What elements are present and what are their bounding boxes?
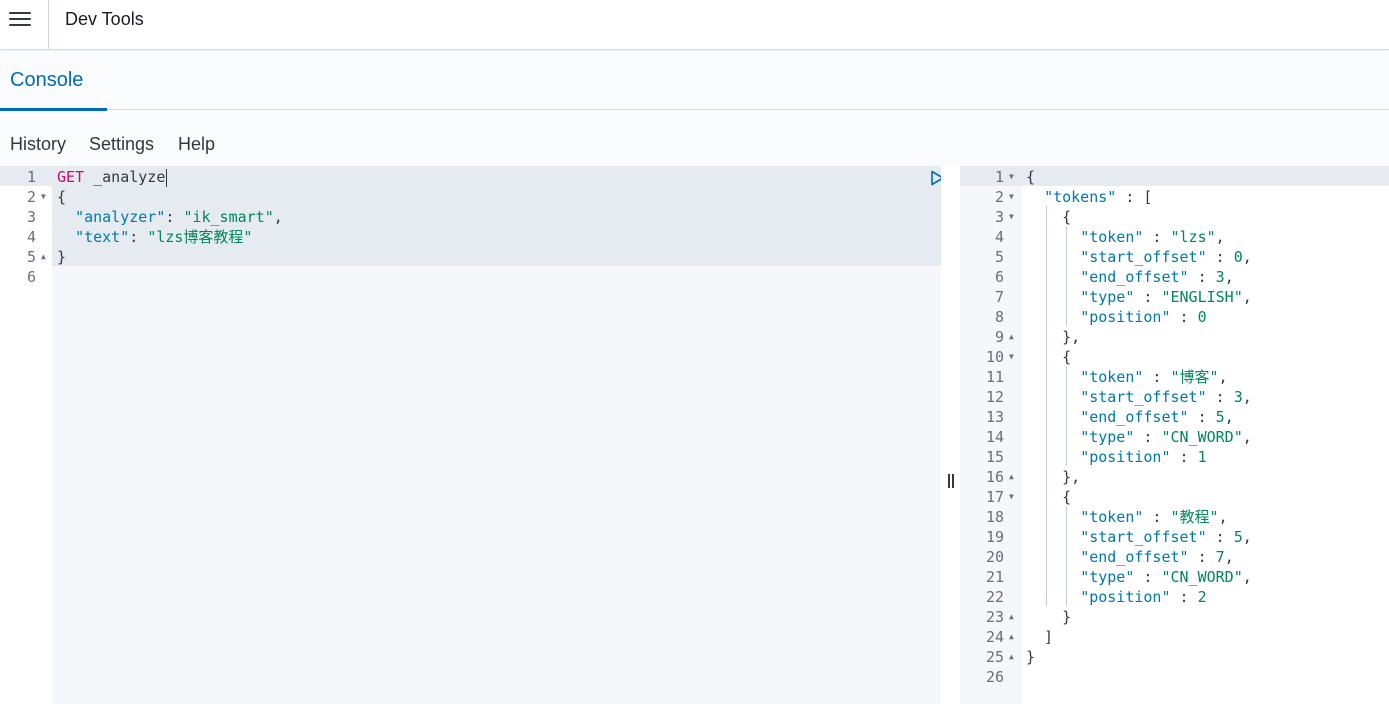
response-line-9: }, [1026,328,1081,346]
request-line-2: { [57,188,67,206]
line-number: 25 [985,648,1004,666]
response-line-3: { [1026,208,1072,226]
fold-up-icon[interactable]: ▲ [1009,607,1014,627]
top-header: Dev Tools [0,0,1389,50]
response-line-20: "end_offset" : 7, [1080,548,1234,566]
response-line-18: "token" : "教程", [1080,508,1228,526]
console-menu: History Settings Help [0,111,1389,166]
line-number: 22 [985,588,1004,606]
request-method: GET [57,168,85,186]
line-number: 12 [985,388,1004,406]
response-gutter: 1 ▼ 2 ▼ 3 ▼ 4 5 6 7 8 9 ▲ 10 ▼ 11 12 13 14 15 16 ▲ 17 ▼ 18 19 20 21… [960,166,1022,704]
line-number: 2 [994,188,1004,206]
line-number: 24 [985,628,1004,646]
fold-down-icon[interactable]: ▼ [1009,167,1014,187]
text-cursor [166,168,168,187]
fold-down-icon[interactable]: ▼ [1009,187,1014,207]
fold-up-icon[interactable]: ▲ [1009,327,1014,347]
line-number: 18 [985,508,1004,526]
response-line-7: "type" : "ENGLISH", [1080,288,1252,306]
request-editor[interactable]: 1 2 ▼ 3 4 5 ▲ 6 GET _analyze { "analyzer… [0,166,972,704]
line-number: 17 [985,488,1004,506]
tabs-bar: Console [0,51,1389,111]
request-line-1: GET _analyze [57,167,168,187]
response-line-12: "start_offset" : 3, [1080,388,1252,406]
line-number: 21 [985,568,1004,586]
line-number: 10 [985,348,1004,366]
response-line-19: "start_offset" : 5, [1080,528,1252,546]
request-line-4: "text": "lzs博客教程" [75,228,253,246]
fold-down-icon[interactable]: ▼ [1009,347,1014,367]
resize-grip-icon[interactable] [947,474,955,488]
line-number: 9 [994,328,1004,346]
help-link[interactable]: Help [178,134,215,155]
line-number: 19 [985,528,1004,546]
tab-console[interactable]: Console [0,51,107,111]
response-line-8: "position" : 0 [1080,308,1207,326]
response-line-25: } [1026,648,1036,666]
line-number: 6 [26,268,36,286]
request-code-area[interactable]: GET _analyze { "analyzer": "ik_smart", "… [52,166,972,704]
line-number: 5 [26,248,36,266]
line-number: 26 [985,668,1004,686]
settings-link[interactable]: Settings [89,134,154,155]
fold-up-icon[interactable]: ▲ [1009,467,1014,487]
response-line-5: "start_offset" : 0, [1080,248,1252,266]
line-number: 20 [985,548,1004,566]
response-line-17: { [1026,488,1072,506]
response-line-21: "type" : "CN_WORD", [1080,568,1252,586]
line-number: 7 [994,288,1004,306]
line-number: 11 [985,368,1004,386]
app-title: Dev Tools [65,9,144,29]
response-line-11: "token" : "博客", [1080,368,1228,386]
line-number: 14 [985,428,1004,446]
response-line-13: "end_offset" : 5, [1080,408,1234,426]
line-number: 4 [26,228,36,246]
response-viewer[interactable]: 1 ▼ 2 ▼ 3 ▼ 4 5 6 7 8 9 ▲ 10 ▼ 11 12 13 14 15 16 ▲ 17 ▼ 18 19 20 21… [960,166,1389,704]
response-line-14: "type" : "CN_WORD", [1080,428,1252,446]
fold-up-icon[interactable]: ▲ [1009,627,1014,647]
fold-down-icon[interactable]: ▼ [41,187,46,207]
response-line-2: "tokens" : [ [1044,188,1153,206]
request-gutter: 1 2 ▼ 3 4 5 ▲ 6 [0,166,52,704]
line-number: 3 [994,208,1004,226]
line-number: 6 [994,268,1004,286]
response-line-23: } [1026,608,1072,626]
response-code-area: { "tokens" : [ { "token" : "lzs", "start… [1022,166,1389,704]
fold-down-icon[interactable]: ▼ [1009,207,1014,227]
history-link[interactable]: History [10,134,66,155]
response-line-15: "position" : 1 [1080,448,1207,466]
line-number: 1 [26,168,36,186]
response-line-1: { [1026,168,1036,186]
line-number: 23 [985,608,1004,626]
line-number: 13 [985,408,1004,426]
fold-up-icon[interactable]: ▲ [1009,647,1014,667]
response-line-16: }, [1026,468,1081,486]
fold-down-icon[interactable]: ▼ [1009,487,1014,507]
hamburger-menu-icon[interactable] [0,0,49,50]
request-line-3: "analyzer": "ik_smart", [75,208,283,226]
request-line-5: } [57,248,67,266]
line-number: 16 [985,468,1004,486]
response-line-10: { [1026,348,1072,366]
response-line-22: "position" : 2 [1080,588,1207,606]
line-number: 5 [994,248,1004,266]
line-number: 3 [26,208,36,226]
response-line-24: ] [1026,628,1054,646]
response-line-4: "token" : "lzs", [1080,228,1225,246]
line-number: 1 [994,168,1004,186]
response-line-6: "end_offset" : 3, [1080,268,1234,286]
line-number: 8 [994,308,1004,326]
fold-up-icon[interactable]: ▲ [41,247,46,267]
request-url: _analyze [93,168,166,186]
line-number: 4 [994,228,1004,246]
panel-resizer[interactable] [941,166,960,704]
line-number: 2 [26,188,36,206]
line-number: 15 [985,448,1004,466]
